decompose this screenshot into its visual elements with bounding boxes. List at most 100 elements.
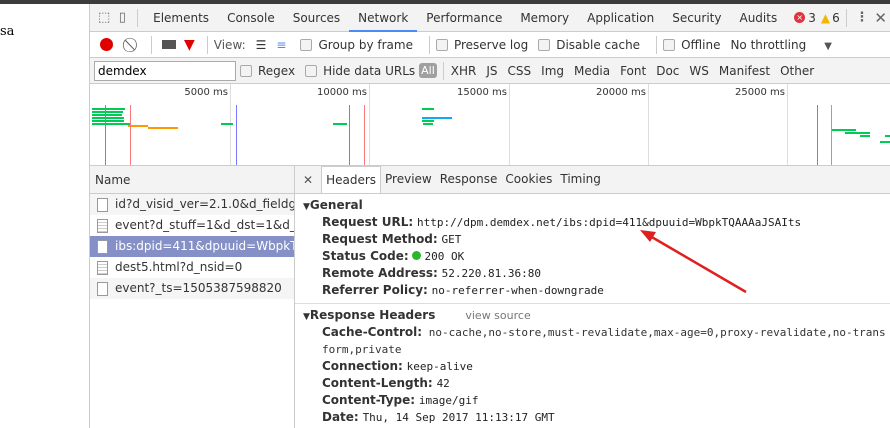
record-button[interactable] [100,38,113,51]
page-text: sa [0,24,15,39]
waterfall-bar [221,123,233,125]
waterfall-bar [860,135,870,137]
waterfall-bar [128,125,148,127]
timing-marker-line [817,105,818,165]
file-icon [97,239,108,254]
tick-label: 5000 ms [184,87,228,98]
tab-security[interactable]: Security [663,4,730,32]
view-label: View: [213,37,246,52]
capture-screenshots-icon[interactable] [162,40,176,49]
waterfall-bar [422,117,452,119]
filter-all-button[interactable]: All [419,63,437,78]
page-content: sa [0,4,89,428]
filter-doc[interactable]: Doc [656,64,679,78]
close-icon[interactable]: ✕ [874,9,887,27]
filter-manifest[interactable]: Manifest [719,64,770,78]
tab-response[interactable]: Response [436,166,502,193]
status-code: Status Code: 200 OK [322,249,465,263]
divider [151,35,152,54]
filter-xhr[interactable]: XHR [451,64,477,78]
tick-label: 15000 ms [457,87,507,98]
filter-input[interactable] [94,60,236,81]
divider [845,8,847,27]
file-icon [97,197,108,212]
divider [442,61,444,80]
tab-elements[interactable]: Elements [144,4,218,32]
timing-marker-line [236,105,237,165]
inspect-element-icon[interactable]: ⬚ [98,9,110,27]
tab-performance[interactable]: Performance [417,4,511,32]
waterfall-bar [423,123,433,125]
filter-media[interactable]: Media [574,64,610,78]
more-menu-icon[interactable]: ⋮ [855,9,868,27]
request-row[interactable]: dest5.html?d_nsid=0 [90,257,294,278]
preserve-log-checkbox[interactable]: Preserve log [435,38,528,52]
hide-data-urls-checkbox[interactable]: Hide data URLs [305,64,415,78]
details-tabs: ✕ Headers Preview Response Cookies Timin… [295,166,890,194]
divider [428,35,430,54]
timing-marker-line [349,105,350,165]
grid-line [509,84,510,165]
content-type: Content-Type: image/gif [322,393,479,407]
timing-marker-line [364,105,365,165]
name-column-header[interactable]: Name [90,166,294,194]
referrer-policy: Referrer Policy: no-referrer-when-downgr… [322,283,604,297]
filter-font[interactable]: Font [620,64,646,78]
triangle-down-icon: ▼ [303,202,310,212]
request-details: ✕ Headers Preview Response Cookies Timin… [295,166,890,428]
large-rows-icon[interactable]: ☰ [256,38,267,52]
request-row[interactable]: event?_ts=1505387598820 [90,278,294,299]
error-counter[interactable]: × 3 ▲ 6 [794,11,840,25]
tab-sources[interactable]: Sources [284,4,349,32]
regex-checkbox[interactable]: Regex [240,64,295,78]
tick-label: 10000 ms [317,87,367,98]
request-method: Request Method: GET [322,232,462,246]
close-details-icon[interactable]: ✕ [295,173,321,187]
request-row-selected[interactable]: ibs:dpid=411&dpuuid=WbpkT... [90,236,294,257]
waterfall-bar [422,120,434,122]
network-overview[interactable]: 5000 ms 10000 ms 15000 ms 20000 ms 25000… [90,84,890,166]
tab-audits[interactable]: Audits [730,4,786,32]
filter-css[interactable]: CSS [508,64,532,78]
device-toolbar-icon[interactable]: ▯ [116,9,128,27]
filter-other[interactable]: Other [780,64,814,78]
view-source-link[interactable]: view source [465,309,530,322]
warning-count: 6 [832,10,840,25]
general-section-toggle[interactable]: ▼General [295,196,890,214]
error-icon: × [794,12,806,23]
triangle-down-icon: ▼ [303,312,310,322]
tab-application[interactable]: Application [578,4,663,32]
waterfall-bar [422,108,434,110]
waterfall-bar [92,108,125,110]
waterfall-bar [92,114,122,116]
disable-cache-checkbox[interactable]: Disable cache [538,38,640,52]
filter-img[interactable]: Img [541,64,564,78]
tick-label: 20000 ms [596,87,646,98]
remote-address: Remote Address: 52.220.81.36:80 [322,266,541,280]
waterfall-bar [880,141,890,143]
tab-cookies[interactable]: Cookies [501,166,556,193]
tab-timing[interactable]: Timing [556,166,605,193]
document-icon [97,260,108,275]
offline-checkbox[interactable]: Offline [663,38,720,52]
request-row[interactable]: id?d_visid_ver=2.1.0&d_fieldgr... [90,194,294,215]
clear-icon[interactable]: ⃠ [124,36,142,54]
tab-headers[interactable]: Headers [321,166,382,193]
date: Date: Thu, 14 Sep 2017 11:13:17 GMT [322,410,555,424]
group-by-frame-checkbox[interactable]: Group by frame [300,38,413,52]
filter-ws[interactable]: WS [689,64,708,78]
filter-js[interactable]: JS [486,64,497,78]
tab-console[interactable]: Console [218,4,284,32]
grid-line [230,84,231,165]
waterfall-bar [92,120,124,122]
request-row[interactable]: event?d_stuff=1&d_dst=1&d_rt... [90,215,294,236]
response-headers-section-toggle[interactable]: ▼Response Headers view source [295,306,890,324]
tab-preview[interactable]: Preview [381,166,436,193]
filter-icon[interactable]: ▼ [184,37,195,53]
tab-memory[interactable]: Memory [511,4,578,32]
divider [137,8,139,27]
waterfall-overview-icon[interactable]: ≡ [276,38,286,52]
tab-network[interactable]: Network [349,4,418,32]
throttling-select[interactable]: No throttling ▼ [730,38,831,52]
divider [206,35,208,54]
